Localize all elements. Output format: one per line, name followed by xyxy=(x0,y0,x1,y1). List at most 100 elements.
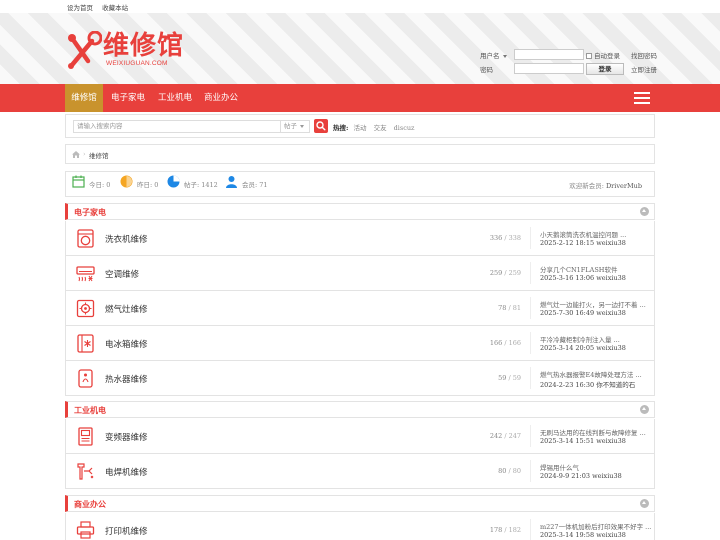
chevron-down-icon xyxy=(300,124,304,128)
welding-machine-icon xyxy=(77,463,94,480)
stat-yesterday: 昨日: 0 xyxy=(120,175,158,189)
menu-icon[interactable] xyxy=(634,92,650,104)
forum-stats: 今日: 0 昨日: 0 帖子: 1412 会员: 71 欢迎新会员: Drive… xyxy=(65,171,655,197)
breadcrumb-separator: › xyxy=(83,150,86,158)
forum-counts: 59 / 59 xyxy=(498,374,521,382)
gas-stove-icon xyxy=(76,299,95,318)
brand-name: 维修馆 xyxy=(103,31,185,61)
forum-row[interactable]: 打印机维修 178 / 182 m227一体机加粉后打印效果不好字 ... 20… xyxy=(65,513,655,540)
nav-item-home[interactable]: 维修馆 xyxy=(65,84,103,112)
top-bar: 设为首页 收藏本站 xyxy=(0,0,720,13)
forum-counts: 178 / 182 xyxy=(489,526,521,534)
last-post-title[interactable]: 无刷马达用的在线判断与故障修复 ... xyxy=(540,427,646,437)
username-type-select[interactable]: 用户名 xyxy=(480,50,507,60)
forum-row[interactable]: 电冰箱维修 166 / 166 平冷冷藏柜制冷剂注入量 ... 2025-3-1… xyxy=(65,326,655,361)
nav-item-office[interactable]: 商业办公 xyxy=(201,84,241,112)
forum-row[interactable]: 洗衣机维修 336 / 338 小天鹅滚筒洗衣机温控问题 ... 2025-2-… xyxy=(65,221,655,256)
hot-searches: 热搜: 活动 交友 discuz xyxy=(333,124,415,132)
hot-search-item[interactable]: 交友 xyxy=(374,124,387,132)
section-title[interactable]: 电子家电 xyxy=(74,207,106,218)
inverter-icon xyxy=(78,427,93,446)
search-icon xyxy=(316,121,326,131)
forum-row[interactable]: 电焊机维修 80 / 80 焊锡用什么气 2024-9-9 21:03 weix… xyxy=(65,454,655,489)
section-header: 电子家电 xyxy=(65,203,655,220)
forum-name[interactable]: 热水器维修 xyxy=(105,373,148,385)
section-header: 工业机电 xyxy=(65,401,655,418)
main-nav: 维修馆 电子家电 工业机电 商业办公 xyxy=(0,84,720,112)
forum-name[interactable]: 打印机维修 xyxy=(105,525,148,537)
register-link[interactable]: 立即注册 xyxy=(631,64,657,74)
forgot-password-link[interactable]: 找回密码 xyxy=(631,50,657,60)
login-form: 用户名 自动登录 找回密码 密码 登录 立即注册 xyxy=(480,37,660,77)
site-header: 维修馆 WEIXIUGUAN.COM 用户名 自动登录 找回密码 密码 登录 立… xyxy=(0,13,720,84)
last-post-meta: 2024-2-23 16:30 你不知道的石 xyxy=(540,381,636,389)
forum-row[interactable]: 空调维修 259 / 259 分享几个CN1FLASH软件 2025-3-16 … xyxy=(65,256,655,291)
section-title[interactable]: 商业办公 xyxy=(74,499,106,510)
stat-members: 会员: 71 xyxy=(226,176,268,189)
last-post-title[interactable]: m227一体机加粉后打印效果不好字 ... xyxy=(540,521,651,531)
forum-name[interactable]: 电冰箱维修 xyxy=(105,338,148,350)
last-post-title[interactable]: 燃气灶一边能打火，另一边打不着 ... xyxy=(540,299,646,309)
set-home-link[interactable]: 设为首页 xyxy=(67,4,93,12)
forum-row[interactable]: 变频器维修 242 / 247 无刷马达用的在线判断与故障修复 ... 2025… xyxy=(65,419,655,454)
forum-counts: 80 / 80 xyxy=(498,467,521,475)
password-label: 密码 xyxy=(480,66,493,74)
forum-row[interactable]: 燃气灶维修 78 / 81 燃气灶一边能打火，另一边打不着 ... 2025-7… xyxy=(65,291,655,326)
login-button[interactable]: 登录 xyxy=(586,63,624,75)
calendar-icon xyxy=(72,175,85,188)
forum-counts: 259 / 259 xyxy=(489,269,521,277)
last-post-meta: 2025-3-16 13:06 weixiu38 xyxy=(540,274,626,282)
breadcrumb-current[interactable]: 维修馆 xyxy=(89,150,109,160)
forum-name[interactable]: 空调维修 xyxy=(105,268,139,280)
breadcrumb: › 维修馆 xyxy=(65,144,655,164)
last-post-title[interactable]: 分享几个CN1FLASH软件 xyxy=(540,264,617,274)
refrigerator-icon xyxy=(77,334,94,353)
hot-search-item[interactable]: discuz xyxy=(394,124,415,132)
forum-counts: 78 / 81 xyxy=(498,304,521,312)
last-post-meta: 2025-7-30 16:49 weixiu38 xyxy=(540,309,626,317)
search-scope-select[interactable]: 帖子 xyxy=(280,120,310,133)
water-heater-icon xyxy=(78,369,93,388)
collapse-icon[interactable] xyxy=(640,405,649,414)
forum-name[interactable]: 变频器维修 xyxy=(105,431,148,443)
password-input[interactable] xyxy=(514,63,584,74)
last-post-title[interactable]: 焊锡用什么气 xyxy=(540,462,579,472)
collapse-icon[interactable] xyxy=(640,499,649,508)
forum-counts: 336 / 338 xyxy=(489,234,521,242)
section-header: 商业办公 xyxy=(65,495,655,512)
washing-machine-icon xyxy=(77,229,94,248)
collapse-icon[interactable] xyxy=(640,207,649,216)
air-conditioner-icon xyxy=(76,266,95,282)
forum-name[interactable]: 电焊机维修 xyxy=(105,466,148,478)
bookmark-link[interactable]: 收藏本站 xyxy=(102,4,128,12)
stat-posts: 帖子: 1412 xyxy=(167,175,218,189)
home-icon[interactable] xyxy=(72,151,80,158)
forum-name[interactable]: 燃气灶维修 xyxy=(105,303,148,315)
username-input[interactable] xyxy=(514,49,584,60)
stat-today: 今日: 0 xyxy=(72,175,110,189)
last-post-title[interactable]: 小天鹅滚筒洗衣机温控问题 ... xyxy=(540,229,626,239)
last-post-title[interactable]: 燃气热水器报警E4故障处理方法 ... xyxy=(540,369,642,379)
checkbox-icon xyxy=(586,53,592,59)
printer-icon xyxy=(76,521,95,539)
forum-name[interactable]: 洗衣机维修 xyxy=(105,233,148,245)
last-post-meta: 2024-9-9 21:03 weixiu38 xyxy=(540,472,622,480)
hot-search-item[interactable]: 活动 xyxy=(353,124,366,132)
last-post-title[interactable]: 平冷冷藏柜制冷剂注入量 ... xyxy=(540,334,620,344)
auto-login-checkbox[interactable]: 自动登录 xyxy=(586,50,620,60)
last-post-meta: 2025-3-14 20:05 weixiu38 xyxy=(540,344,626,352)
nav-item-industrial[interactable]: 工业机电 xyxy=(155,84,195,112)
search-input[interactable]: 请输入搜索内容 xyxy=(73,120,281,133)
search-button[interactable] xyxy=(314,119,328,133)
site-logo[interactable]: 维修馆 WEIXIUGUAN.COM xyxy=(66,31,196,71)
section-title[interactable]: 工业机电 xyxy=(74,405,106,416)
nav-item-electronics[interactable]: 电子家电 xyxy=(108,84,148,112)
welcome-new-member: 欢迎新会员: DriverMub xyxy=(569,182,642,190)
new-member-link[interactable]: DriverMub xyxy=(606,182,642,190)
forum-row[interactable]: 热水器维修 59 / 59 燃气热水器报警E4故障处理方法 ... 2024-2… xyxy=(65,361,655,396)
user-icon xyxy=(226,176,237,188)
forum-counts: 166 / 166 xyxy=(489,339,521,347)
wrench-logo-icon xyxy=(68,31,102,69)
chevron-down-icon xyxy=(502,54,507,58)
pie-chart-icon xyxy=(167,175,180,188)
